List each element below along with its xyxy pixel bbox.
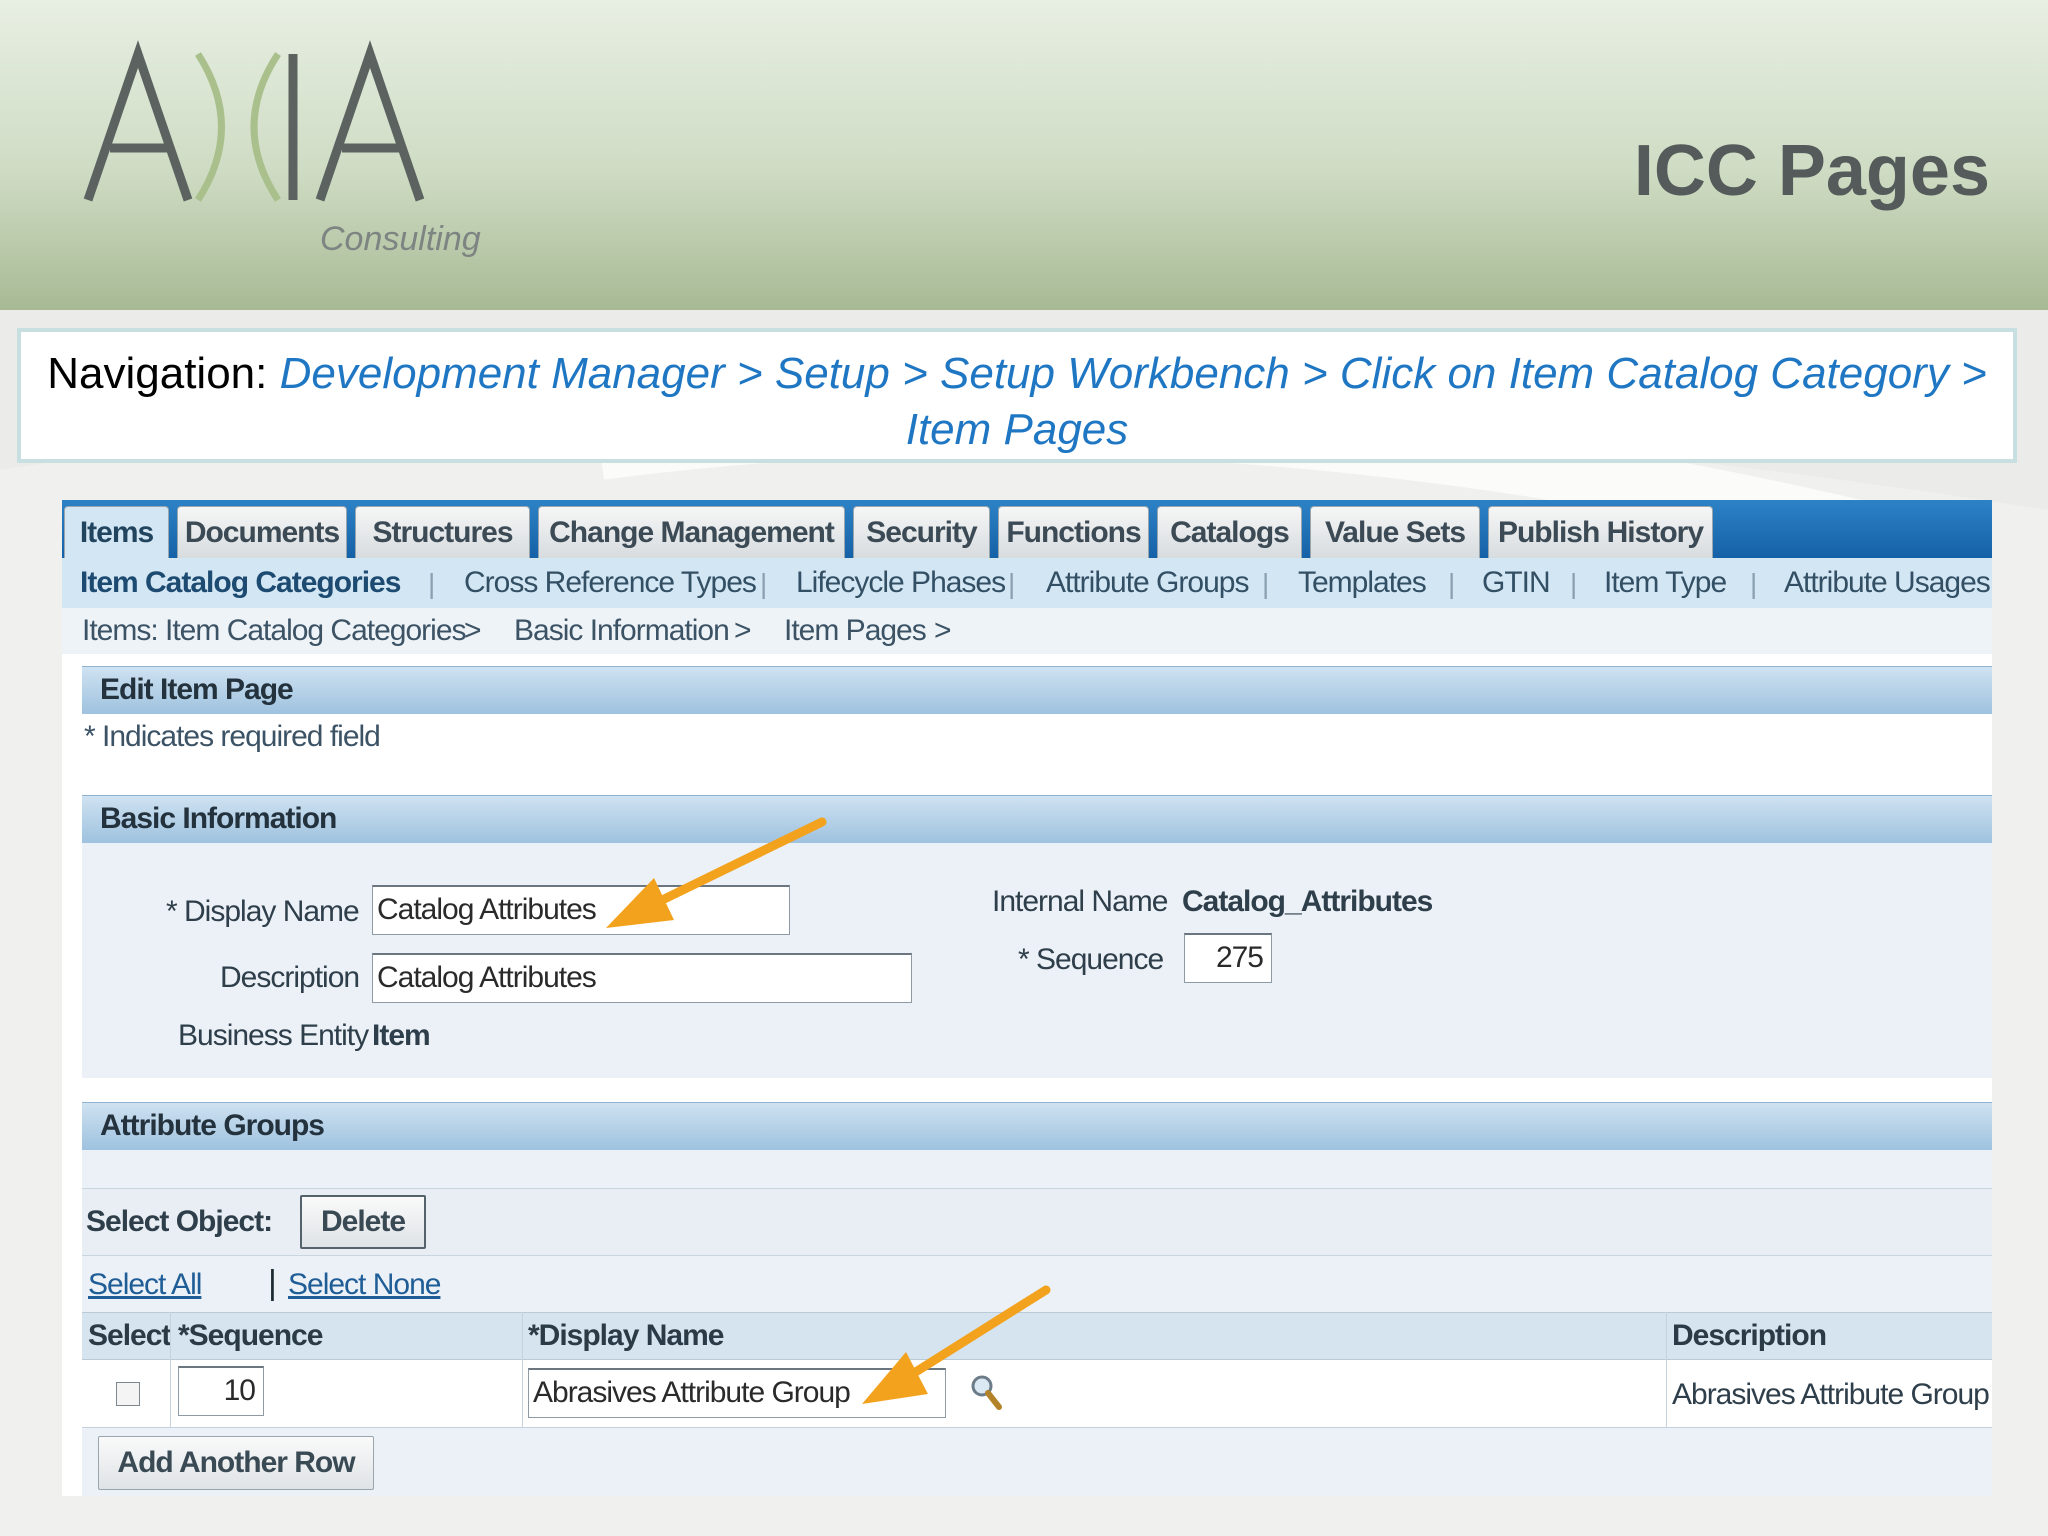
tab-items[interactable]: Items <box>64 506 169 558</box>
subtab-separator: | <box>1570 568 1578 599</box>
arrow-annotation <box>606 817 827 928</box>
breadcrumb-separator: > <box>934 614 952 647</box>
internal-name-label: Internal Name <box>992 885 1168 918</box>
subtab-attribute-usages[interactable]: Attribute Usages <box>1784 566 1991 600</box>
internal-name-value: Catalog_Attributes <box>1182 885 1433 918</box>
subtab-templates[interactable]: Templates <box>1298 566 1427 600</box>
breadcrumb: Items: Item Catalog Categories > Basic I… <box>62 608 1992 654</box>
subtab-separator: | <box>428 568 436 599</box>
slide-header: Consulting ICC Pages <box>0 0 2048 310</box>
sequence-label: * Sequence <box>1018 943 1164 976</box>
display-name-label: * Display Name <box>166 895 360 928</box>
column-divider <box>1666 1312 1667 1428</box>
tab-security[interactable]: Security <box>853 506 990 558</box>
subtab-separator: | <box>1448 568 1456 599</box>
description-input[interactable]: Catalog Attributes <box>372 953 912 1003</box>
tab-documents[interactable]: Documents <box>177 506 347 558</box>
column-header-select: Select <box>88 1319 171 1352</box>
subtab-item-catalog-categories[interactable]: Item Catalog Categories <box>80 566 401 600</box>
logo-tagline: Consulting <box>320 220 481 258</box>
column-header-sequence[interactable]: *Sequence <box>178 1319 323 1353</box>
select-object-label: Select Object: <box>86 1205 273 1238</box>
required-field-note: * Indicates required field <box>84 720 381 753</box>
business-entity-label: Business Entity <box>178 1019 369 1052</box>
navigation-box: Navigation: Development Manager > Setup … <box>17 328 2017 463</box>
column-header-display-name[interactable]: *Display Name <box>528 1319 724 1353</box>
tab-label: Structures <box>372 515 513 549</box>
table-toolbar: Select Object: Delete <box>82 1188 1992 1256</box>
breadcrumb-link[interactable]: Basic Information <box>514 614 730 648</box>
tab-label: Documents <box>184 515 340 549</box>
subtab-separator: | <box>1750 568 1758 599</box>
delete-button[interactable]: Delete <box>300 1195 426 1249</box>
description-label: Description <box>220 961 360 994</box>
select-none-link[interactable]: Select None <box>288 1268 441 1302</box>
row-description: Abrasives Attribute Group <box>1672 1378 1990 1411</box>
subtab-separator: | <box>760 568 768 599</box>
column-divider <box>170 1312 171 1428</box>
tab-catalogs[interactable]: Catalogs <box>1157 506 1302 558</box>
slide-title: ICC Pages <box>1633 131 1990 211</box>
business-entity-value: Item <box>372 1019 431 1052</box>
breadcrumb-link[interactable]: Item Pages <box>784 614 927 648</box>
subtab-separator: | <box>1008 568 1016 599</box>
basic-information-header: Basic Information <box>82 795 1992 843</box>
subtab-cross-reference-types[interactable]: Cross Reference Types <box>464 566 757 600</box>
row-select-checkbox[interactable] <box>116 1382 140 1406</box>
tab-label: Security <box>866 515 977 549</box>
breadcrumb-separator: > <box>734 614 752 647</box>
tab-structures[interactable]: Structures <box>355 506 530 558</box>
subtab-attribute-groups[interactable]: Attribute Groups <box>1046 566 1249 600</box>
tab-label: Functions <box>1006 515 1141 549</box>
link-separator: | <box>268 1264 277 1302</box>
tab-value-sets[interactable]: Value Sets <box>1310 506 1480 558</box>
tab-label: Items <box>79 515 154 549</box>
column-header-description: Description <box>1672 1319 1827 1352</box>
tab-label: Change Management <box>549 515 835 549</box>
navigation-label: Navigation: <box>47 349 268 398</box>
select-all-link[interactable]: Select All <box>88 1268 202 1302</box>
tab-functions[interactable]: Functions <box>998 506 1149 558</box>
tab-label: Catalogs <box>1170 515 1290 549</box>
sub-tab-bar: Item Catalog Categories | Cross Referenc… <box>62 558 1992 608</box>
main-tab-bar: Items Documents Structures Change Manage… <box>62 500 1992 558</box>
subtab-separator: | <box>1262 568 1270 599</box>
subtab-gtin[interactable]: GTIN <box>1482 566 1551 600</box>
row-sequence-input[interactable]: 10 <box>178 1366 264 1416</box>
tab-publish-history[interactable]: Publish History <box>1488 506 1713 558</box>
attribute-groups-header: Attribute Groups <box>82 1102 1992 1150</box>
breadcrumb-separator: > <box>464 614 482 647</box>
tab-label: Value Sets <box>1324 515 1466 549</box>
add-another-row-button[interactable]: Add Another Row <box>98 1436 374 1490</box>
breadcrumb-link[interactable]: Items: Item Catalog Categories <box>82 614 467 648</box>
navigation-path: Development Manager > Setup > Setup Work… <box>279 349 1987 454</box>
subtab-lifecycle-phases[interactable]: Lifecycle Phases <box>796 566 1006 600</box>
subtab-item-type[interactable]: Item Type <box>1604 566 1727 600</box>
app-screenshot: Items Documents Structures Change Manage… <box>62 500 1992 1496</box>
tab-label: Publish History <box>1497 515 1704 549</box>
axia-logo: Consulting <box>83 40 481 258</box>
tab-change-management[interactable]: Change Management <box>538 506 845 558</box>
column-divider <box>522 1312 523 1428</box>
arrow-annotation <box>862 1285 1051 1404</box>
basic-information-panel: * Display Name Catalog Attributes Descri… <box>82 843 1992 1078</box>
page-title: Edit Item Page <box>82 666 1992 714</box>
sequence-input[interactable]: 275 <box>1184 933 1272 983</box>
